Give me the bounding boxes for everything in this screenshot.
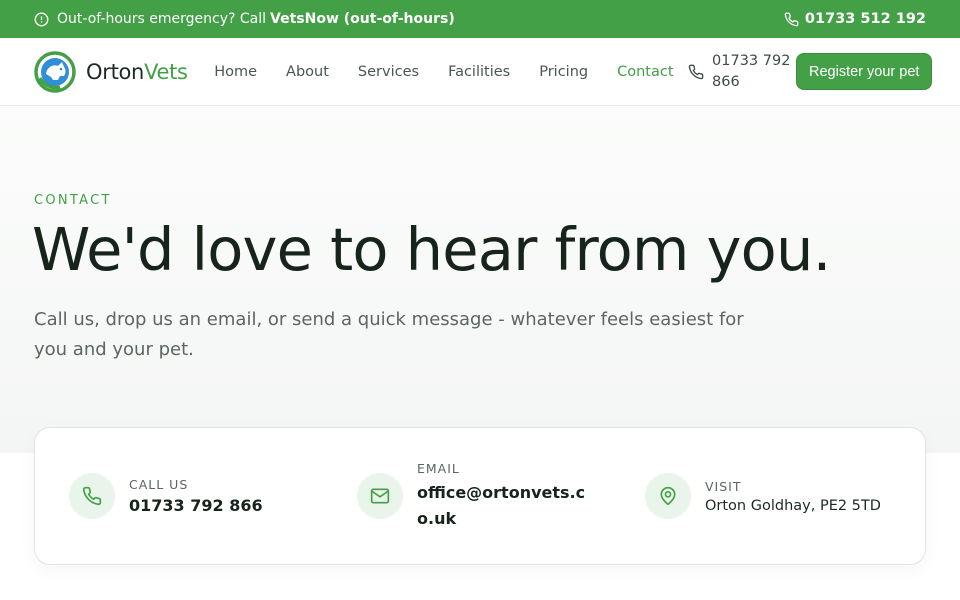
vetsnow-link[interactable]: VetsNow (out-of-hours) <box>270 11 455 27</box>
brand-logo-link[interactable]: OrtonVets <box>34 50 188 93</box>
hero-eyebrow: CONTACT <box>34 193 112 208</box>
contact-email-value[interactable]: office@ortonvets.co.uk <box>417 480 597 532</box>
hero-subtitle: Call us, drop us an email, or send a qui… <box>34 309 744 360</box>
contact-call-value[interactable]: 01733 792 866 <box>129 496 263 515</box>
orton-vets-logo-icon <box>34 50 76 93</box>
brand-name: OrtonVets <box>86 59 188 84</box>
hero-section: CONTACT We'd love to hear from you. Call… <box>0 107 960 453</box>
contact-call[interactable]: CALL US 01733 792 866 <box>69 428 263 564</box>
emergency-bar: Out-of-hours emergency? Call VetsNow (ou… <box>0 0 960 38</box>
main-nav: OrtonVets Home About Services Facilities… <box>0 38 960 106</box>
contact-email[interactable]: EMAIL office@ortonvets.co.uk <box>357 428 597 564</box>
nav-item-services[interactable]: Services <box>343 64 433 80</box>
phone-icon <box>69 473 115 519</box>
map-pin-icon <box>645 473 691 519</box>
mail-icon <box>357 473 403 519</box>
nav-phone-link[interactable]: 01733 792 866 <box>688 51 796 93</box>
contact-visit[interactable]: VISIT Orton Goldhay, PE2 5TD <box>645 428 881 564</box>
emergency-phone[interactable]: 01733 512 192 <box>784 11 926 27</box>
nav-menu: Home About Services Facilities Pricing C… <box>200 64 688 80</box>
nav-item-contact[interactable]: Contact <box>603 64 688 80</box>
contact-call-label: CALL US <box>129 477 189 492</box>
phone-icon <box>688 64 704 80</box>
nav-item-pricing[interactable]: Pricing <box>525 64 603 80</box>
phone-icon <box>784 12 799 27</box>
contact-email-label: EMAIL <box>417 460 460 476</box>
contact-info-card: CALL US 01733 792 866 EMAIL office@orton… <box>34 427 926 565</box>
page-title: We'd love to hear from you. <box>32 215 831 284</box>
alert-circle-icon <box>34 12 49 27</box>
emergency-text: Out-of-hours emergency? Call <box>57 11 267 27</box>
register-pet-button[interactable]: Register your pet <box>796 53 933 90</box>
emergency-notice: Out-of-hours emergency? Call VetsNow (ou… <box>34 11 455 27</box>
nav-phone-number: 01733 792 866 <box>712 52 791 90</box>
emergency-phone-number: 01733 512 192 <box>804 11 926 27</box>
nav-item-home[interactable]: Home <box>200 64 272 80</box>
contact-visit-value[interactable]: Orton Goldhay, PE2 5TD <box>705 498 881 514</box>
contact-visit-label: VISIT <box>705 478 742 494</box>
nav-item-facilities[interactable]: Facilities <box>434 64 525 80</box>
nav-item-about[interactable]: About <box>272 64 344 80</box>
